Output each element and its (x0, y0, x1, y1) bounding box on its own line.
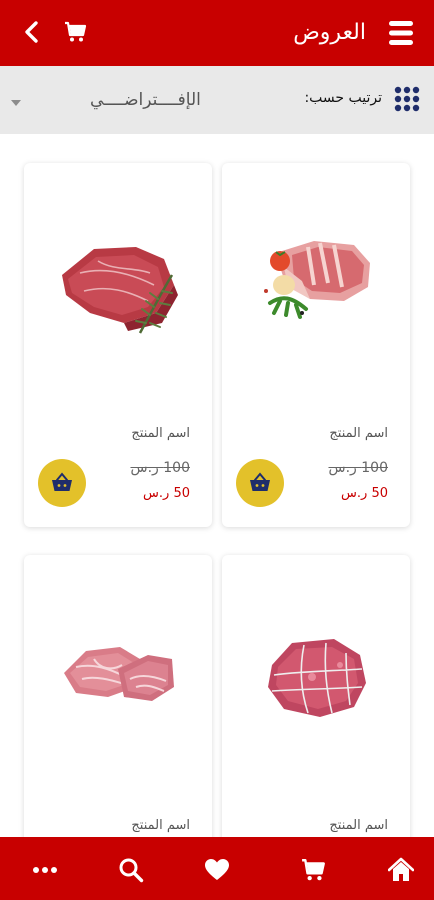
products-grid: اسم المنتج 100 ر.س 50 ر.س اسم المنتج 100… (0, 134, 434, 837)
cart-icon[interactable] (301, 857, 327, 883)
heart-icon[interactable] (204, 857, 230, 883)
product-image-beef (24, 163, 212, 413)
app-screen: العروض ترتيب حسب: الإفــــتراضــــي اسم … (0, 0, 434, 900)
basket-icon (52, 472, 72, 491)
sort-label: ترتيب حسب: (304, 90, 382, 106)
product-old-price: 100 ر.س (130, 460, 191, 476)
back-chevron-icon[interactable] (20, 20, 44, 44)
product-image-lamb (222, 163, 410, 413)
add-to-basket-button[interactable] (236, 459, 284, 507)
search-icon[interactable] (118, 857, 144, 883)
product-name: اسم المنتج (329, 818, 388, 833)
header-cart-icon[interactable] (64, 20, 88, 44)
grid-dots-icon[interactable] (394, 86, 420, 112)
product-card[interactable]: اسم المنتج (222, 555, 410, 837)
product-name: اسم المنتج (131, 818, 190, 833)
product-card[interactable]: اسم المنتج 100 ر.س 50 ر.س (24, 163, 212, 527)
product-image-steaks (24, 555, 212, 805)
product-card[interactable]: اسم المنتج 100 ر.س 50 ر.س (222, 163, 410, 527)
dropdown-caret-icon[interactable] (8, 94, 24, 106)
product-name: اسم المنتج (131, 426, 190, 441)
home-icon[interactable] (387, 857, 415, 883)
more-dots-icon[interactable] (32, 857, 58, 883)
product-image-tied-roast (222, 555, 410, 805)
sort-select-value[interactable]: الإفــــتراضــــي (90, 88, 201, 112)
add-to-basket-button[interactable] (38, 459, 86, 507)
product-card[interactable]: اسم المنتج (24, 555, 212, 837)
product-name: اسم المنتج (329, 426, 388, 441)
app-header: العروض (0, 0, 434, 66)
page-title: العروض (293, 20, 366, 45)
bottom-navigation (0, 837, 434, 900)
product-old-price: 100 ر.س (328, 460, 389, 476)
product-new-price: 50 ر.س (143, 486, 190, 501)
menu-lines-icon[interactable] (386, 18, 416, 48)
product-new-price: 50 ر.س (341, 486, 388, 501)
basket-icon (250, 472, 270, 491)
sort-bar: ترتيب حسب: الإفــــتراضــــي (0, 66, 434, 134)
